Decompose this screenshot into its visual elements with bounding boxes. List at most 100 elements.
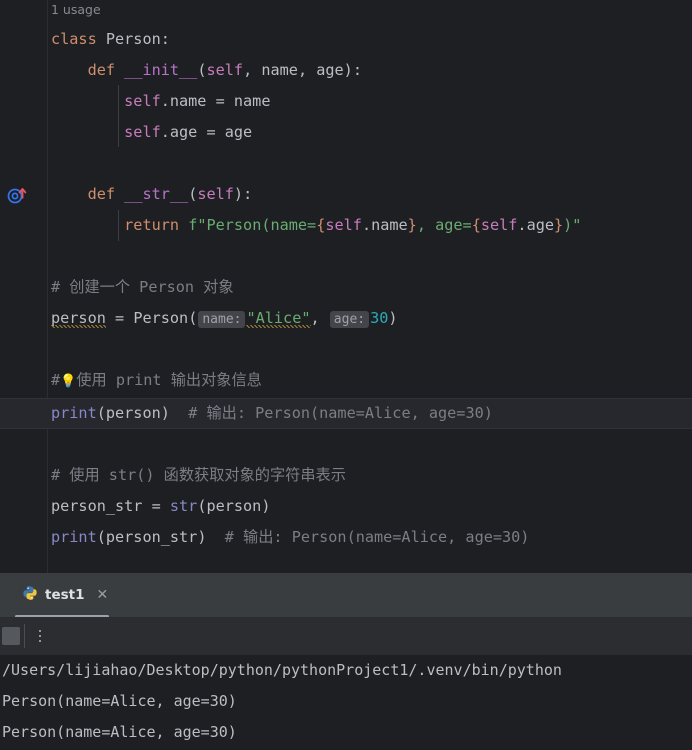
token-self: self bbox=[124, 92, 161, 110]
code-line-blank[interactable] bbox=[47, 334, 692, 365]
console-line: Person(name=Alice, age=30) bbox=[2, 692, 237, 710]
code-line-blank[interactable] bbox=[47, 241, 692, 272]
token-open-paren: ( bbox=[96, 528, 106, 546]
editor-gutter[interactable] bbox=[0, 0, 47, 573]
token-name-param: name bbox=[233, 92, 271, 110]
token-trailing-comment: # 输出: Person(name=Alice, age=30) bbox=[169, 404, 493, 422]
code-line-print-person-str[interactable]: print(person_str) # 输出: Person(name=Alic… bbox=[47, 522, 692, 553]
token-age-param: age bbox=[224, 123, 253, 141]
code-line-assign-name[interactable]: self.name = name bbox=[47, 86, 692, 117]
token-person-str-var: person_str bbox=[51, 497, 143, 515]
token-str-builtin: str bbox=[169, 497, 198, 515]
inlay-param-hint-age[interactable]: age: bbox=[329, 311, 370, 328]
dot bbox=[39, 630, 41, 632]
console-output[interactable]: /Users/lijiahao/Desktop/python/pythonPro… bbox=[0, 655, 692, 750]
token-str-name: __str__ bbox=[124, 185, 189, 203]
ide-window: 1 usage class Person: def __init__(self,… bbox=[0, 0, 692, 750]
code-line-str-def[interactable]: def __str__(self): bbox=[47, 179, 692, 210]
code-editor[interactable]: 1 usage class Person: def __init__(self,… bbox=[0, 0, 692, 573]
token-equals: = bbox=[142, 497, 170, 515]
code-line-comment-print[interactable]: #💡使用 print 输出对象信息 bbox=[47, 365, 692, 396]
toolbar-separator bbox=[24, 624, 25, 648]
code-line-person-str[interactable]: person_str = str(person) bbox=[47, 491, 692, 522]
token-print-builtin: print bbox=[51, 528, 97, 546]
code-line-blank[interactable] bbox=[47, 148, 692, 179]
dot bbox=[39, 640, 41, 642]
token-open-paren: ( bbox=[188, 185, 198, 203]
code-line-class[interactable]: class Person: bbox=[47, 24, 692, 55]
token-equals: = bbox=[206, 92, 234, 110]
token-rbrace: } bbox=[554, 216, 564, 234]
run-tab-test1[interactable]: test1 ✕ bbox=[13, 573, 117, 617]
inlay-param-hint-name[interactable]: name: bbox=[198, 311, 246, 328]
run-panel-header: test1 ✕ bbox=[0, 573, 692, 618]
token-comma: , bbox=[297, 61, 317, 79]
code-line-comment-create[interactable]: # 创建一个 Person 对象 bbox=[47, 272, 692, 303]
code-area[interactable]: 1 usage class Person: def __init__(self,… bbox=[47, 0, 692, 573]
token-comma: , bbox=[310, 309, 329, 327]
token-colon: : bbox=[243, 185, 253, 203]
code-line-print-person[interactable]: print(person) # 输出: Person(name=Alice, a… bbox=[47, 398, 692, 429]
token-return-keyword: return bbox=[124, 216, 180, 234]
close-icon[interactable]: ✕ bbox=[97, 588, 109, 602]
token-class-keyword: class bbox=[51, 30, 97, 48]
lightbulb-icon: 💡 bbox=[60, 374, 77, 389]
token-fstring-mid: , age= bbox=[416, 216, 472, 234]
token-dot-age: .age bbox=[517, 216, 554, 234]
token-open-paren: ( bbox=[96, 404, 106, 422]
token-lbrace: { bbox=[471, 216, 481, 234]
more-options-button[interactable] bbox=[36, 625, 44, 647]
code-line-assign-age[interactable]: self.age = age bbox=[47, 117, 692, 148]
code-line-blank[interactable] bbox=[47, 429, 692, 460]
run-panel-toolbar bbox=[0, 618, 692, 655]
token-close-paren: ) bbox=[233, 185, 244, 203]
token-equals: = bbox=[197, 123, 225, 141]
token-person-var: person bbox=[51, 309, 106, 328]
token-rbrace: } bbox=[407, 216, 417, 234]
token-close-paren: ) bbox=[160, 404, 170, 422]
token-person-str-var: person_str bbox=[105, 528, 198, 546]
token-dot-name: .name bbox=[361, 216, 408, 234]
token-close-paren: ) bbox=[343, 61, 353, 79]
code-line-return-fstring[interactable]: return f"Person(name={self.name}, age={s… bbox=[47, 210, 692, 241]
token-comment-text: 使用 print 输出对象信息 bbox=[76, 371, 262, 389]
token-close-paren: ) bbox=[388, 309, 398, 327]
token-dot-name: .name bbox=[160, 92, 207, 110]
token-string-alice: "Alice" bbox=[246, 309, 311, 328]
token-fstring-head: f"Person(name= bbox=[188, 216, 317, 234]
console-line: /Users/lijiahao/Desktop/python/pythonPro… bbox=[2, 661, 562, 679]
run-panel: test1 ✕ /Users/lijiahao/Desktop/python/p… bbox=[0, 573, 692, 750]
code-line-init-def[interactable]: def __init__(self, name, age): bbox=[47, 55, 692, 86]
token-open-paren: ( bbox=[188, 309, 198, 327]
inlay-usage-hint[interactable]: 1 usage bbox=[47, 0, 692, 20]
token-hash: # bbox=[51, 371, 61, 389]
token-self: self bbox=[197, 185, 234, 203]
overriding-method-icon[interactable] bbox=[6, 184, 28, 206]
token-self: self bbox=[325, 216, 362, 234]
token-trailing-comment: # 输出: Person(name=Alice, age=30) bbox=[206, 528, 530, 546]
token-person-var: person bbox=[105, 404, 161, 422]
code-line-construct-person[interactable]: person = Person(name: "Alice", age: 30) bbox=[47, 303, 692, 334]
token-colon: : bbox=[160, 30, 170, 48]
token-def-keyword: def bbox=[87, 61, 116, 79]
token-fstring-tail: )" bbox=[563, 216, 582, 234]
code-line-comment-str[interactable]: # 使用 str() 函数获取对象的字符串表示 bbox=[47, 460, 692, 491]
token-person-var: person bbox=[206, 497, 262, 515]
token-init-name: __init__ bbox=[124, 61, 198, 79]
token-class-name: Person bbox=[105, 30, 161, 48]
token-self: self bbox=[206, 61, 244, 79]
token-self: self bbox=[480, 216, 518, 234]
stop-button[interactable] bbox=[2, 627, 20, 645]
token-def-keyword: def bbox=[87, 185, 116, 203]
run-tab-label: test1 bbox=[45, 587, 85, 603]
console-line: Person(name=Alice, age=30) bbox=[2, 723, 237, 741]
token-colon: : bbox=[352, 61, 362, 79]
